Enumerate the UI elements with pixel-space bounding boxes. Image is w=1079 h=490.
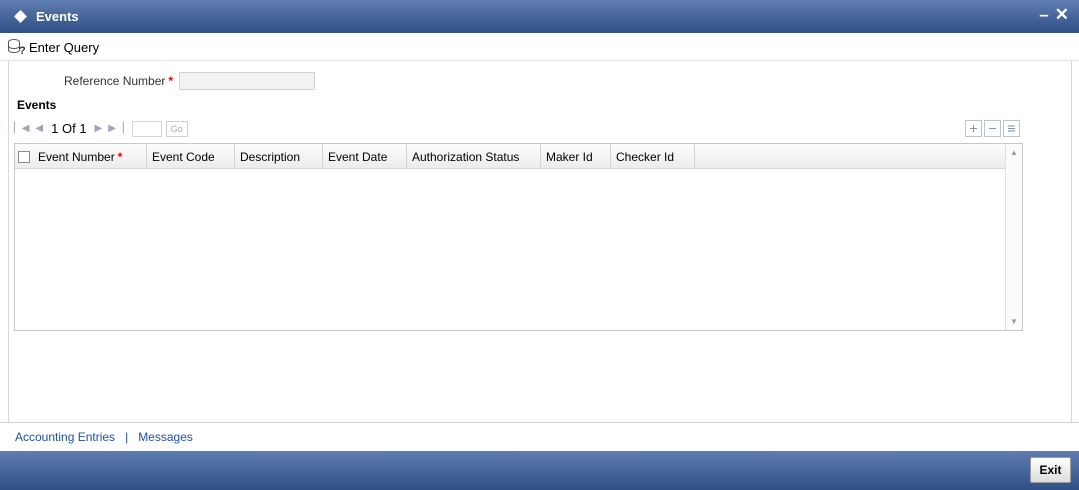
messages-link[interactable]: Messages: [138, 430, 193, 444]
reference-number-input[interactable]: [179, 72, 316, 90]
row-actions: + − ≡: [965, 120, 1020, 137]
of-label: Of: [61, 121, 76, 136]
scroll-up-icon[interactable]: ▲: [1010, 148, 1018, 157]
window-titlebar: Events – ✕: [0, 0, 1079, 33]
window-title: Events: [36, 9, 79, 24]
select-all-checkbox[interactable]: [18, 150, 30, 163]
svg-text:?: ?: [19, 45, 26, 56]
total-pages: 1: [79, 121, 87, 136]
scroll-down-icon[interactable]: ▼: [1010, 317, 1018, 326]
page-indicator: 1 Of 1: [51, 121, 86, 136]
events-section-title: Events: [17, 98, 57, 112]
exit-button[interactable]: Exit: [1030, 457, 1071, 483]
left-border: [0, 61, 9, 422]
pagination-bar: ▏◀ ◀ 1 Of 1 ▶ ▶▕ Go + − ≡: [14, 117, 1022, 140]
delete-row-button[interactable]: −: [984, 120, 1001, 137]
add-row-button[interactable]: +: [965, 120, 982, 137]
right-border: [1071, 61, 1079, 422]
link-separator: |: [125, 430, 129, 444]
accounting-entries-link[interactable]: Accounting Entries: [15, 430, 115, 444]
go-button[interactable]: Go: [165, 120, 188, 137]
next-page-icon[interactable]: ▶: [95, 123, 103, 134]
previous-page-icon[interactable]: ◀: [35, 123, 43, 134]
view-row-button[interactable]: ≡: [1003, 120, 1020, 137]
page-number-input[interactable]: [131, 120, 162, 137]
reference-number-row: Reference Number *: [64, 72, 316, 90]
reference-number-label: Reference Number: [64, 74, 166, 88]
last-page-icon[interactable]: ▶▕: [108, 123, 123, 134]
diamond-icon: [14, 10, 27, 23]
column-header-authorization-status[interactable]: Authorization Status: [407, 144, 541, 169]
close-button[interactable]: ✕: [1055, 6, 1069, 23]
footer-links: Accounting Entries | Messages: [0, 422, 1079, 451]
header-select-all: [15, 144, 33, 169]
minimize-button[interactable]: –: [1039, 6, 1048, 23]
column-header-event-number[interactable]: Event Number *: [33, 144, 147, 169]
query-icon[interactable]: ?: [7, 38, 27, 56]
toolbar: ? Enter Query: [0, 34, 1079, 61]
column-header-checker-id[interactable]: Checker Id: [611, 144, 695, 169]
column-header-maker-id[interactable]: Maker Id: [541, 144, 611, 169]
first-page-icon[interactable]: ▏◀: [14, 123, 29, 134]
column-header-event-code[interactable]: Event Code: [147, 144, 235, 169]
grid-vertical-scrollbar[interactable]: ▲ ▼: [1005, 144, 1022, 330]
current-page: 1: [51, 121, 59, 136]
grid-header: Event Number * Event Code Description Ev…: [15, 144, 1007, 169]
window-controls: – ✕: [1039, 6, 1069, 23]
column-header-event-date[interactable]: Event Date: [323, 144, 407, 169]
column-header-description[interactable]: Description: [235, 144, 323, 169]
events-grid: Event Number * Event Code Description Ev…: [14, 143, 1023, 331]
required-marker: *: [168, 74, 174, 88]
bottom-action-bar: Exit: [0, 451, 1079, 490]
enter-query-button[interactable]: Enter Query: [29, 40, 99, 55]
